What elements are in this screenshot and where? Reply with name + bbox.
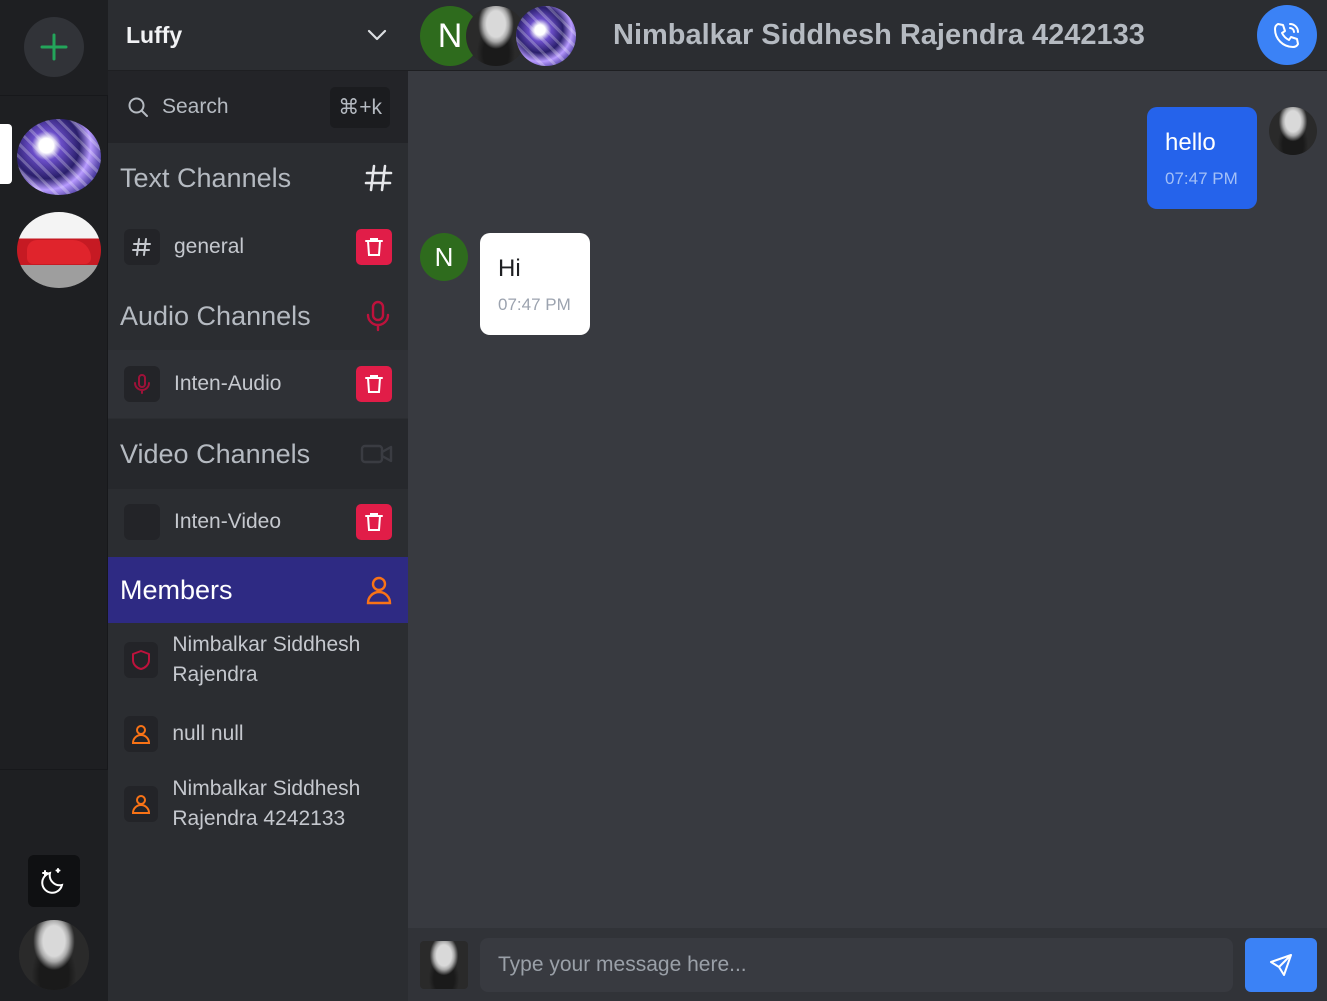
section-title-text: Text Channels: [120, 162, 292, 193]
section-title-video: Video Channels: [120, 438, 311, 469]
send-button[interactable]: [1245, 938, 1317, 992]
member-name: Nimbalkar Siddhesh Rajendra 4242133: [172, 777, 361, 830]
channel-name: Inten-Video: [174, 510, 282, 533]
microphone-icon: [124, 366, 160, 402]
server-icon-luffy[interactable]: [17, 119, 101, 195]
message-incoming: Hi 07:47 PM: [480, 233, 590, 335]
active-server-indicator: [0, 124, 12, 184]
chat-panel: N Nimbalkar Siddhesh Rajendra 4242133 he…: [408, 0, 1327, 1001]
chevron-down-icon: [367, 29, 387, 41]
search-shortcut: ⌘+k: [330, 86, 390, 128]
header-avatar-server: [516, 6, 576, 66]
member-name: Nimbalkar Siddhesh Rajendra: [172, 633, 361, 686]
channel-name: Inten-Audio: [174, 372, 282, 395]
plus-icon: [40, 33, 68, 61]
user-avatar[interactable]: [19, 920, 89, 990]
avatar-image: [1269, 107, 1317, 155]
audio-channels-section: Audio Channels: [108, 281, 408, 351]
message-avatar: [1269, 107, 1317, 155]
member-item[interactable]: Nimbalkar Siddhesh Rajendra: [108, 630, 408, 690]
chat-title: Nimbalkar Siddhesh Rajendra 4242133: [613, 19, 1145, 51]
channel-item-inten-audio[interactable]: Inten-Audio: [108, 350, 408, 418]
message-text: hello: [1165, 129, 1216, 156]
avatar-image: [420, 941, 468, 989]
delete-channel-button[interactable]: [356, 504, 392, 540]
video-camera-icon[interactable]: [360, 442, 394, 466]
channel-item-general[interactable]: general: [108, 213, 408, 281]
server-rail: [0, 0, 108, 1001]
search-button[interactable]: Search ⌘+k: [108, 71, 408, 143]
member-item[interactable]: null null: [108, 716, 408, 752]
theme-toggle-button[interactable]: [28, 855, 80, 907]
trash-icon: [365, 513, 383, 531]
trash-icon: [365, 375, 383, 393]
shield-icon: [124, 642, 159, 678]
channel-name: general: [174, 235, 245, 258]
call-button[interactable]: [1257, 5, 1317, 65]
member-item[interactable]: Nimbalkar Siddhesh Rajendra 4242133: [108, 774, 408, 834]
text-channels-section: Text Channels: [108, 143, 408, 213]
message-outgoing: hello 07:47 PM: [1147, 107, 1257, 209]
message-input[interactable]: [480, 938, 1233, 992]
server-header[interactable]: Luffy: [108, 0, 408, 71]
add-server-button[interactable]: [24, 17, 84, 77]
delete-channel-button[interactable]: [356, 229, 392, 265]
search-label: Search: [162, 95, 229, 118]
phone-icon: [1274, 23, 1299, 48]
avatar-image: [19, 920, 89, 990]
user-icon: [124, 786, 159, 822]
message-text: Hi: [498, 255, 521, 282]
message-time: 07:47 PM: [498, 295, 571, 314]
hash-icon[interactable]: [362, 162, 394, 194]
section-title-members: Members: [120, 574, 233, 605]
video-channels-section: Video Channels: [108, 419, 408, 489]
hash-icon: [124, 229, 160, 265]
send-icon: [1270, 954, 1292, 976]
members-section[interactable]: Members: [108, 557, 408, 623]
server-list: [0, 95, 108, 770]
search-icon: [128, 97, 148, 117]
user-icon: [124, 716, 159, 752]
message-composer: [408, 928, 1327, 1001]
server-name: Luffy: [126, 21, 183, 48]
section-title-audio: Audio Channels: [120, 300, 311, 331]
trash-icon: [365, 238, 383, 256]
user-icon: [366, 576, 392, 605]
delete-channel-button[interactable]: [356, 366, 392, 402]
server-icon-car[interactable]: [17, 212, 101, 288]
chat-header: N Nimbalkar Siddhesh Rajendra 4242133: [408, 0, 1327, 71]
channel-sidebar: Luffy Search ⌘+k Text Channels general A…: [108, 0, 408, 1001]
member-name: null null: [172, 722, 244, 745]
message-time: 07:47 PM: [1165, 169, 1238, 188]
app-root: Luffy Search ⌘+k Text Channels general A…: [0, 0, 1327, 1001]
moon-stars-icon: [41, 868, 64, 894]
composer-avatar: [420, 941, 468, 989]
channel-item-inten-video[interactable]: Inten-Video: [108, 488, 408, 556]
video-camera-icon: [124, 504, 160, 540]
message-avatar: N: [420, 233, 468, 281]
microphone-icon[interactable]: [362, 299, 394, 333]
